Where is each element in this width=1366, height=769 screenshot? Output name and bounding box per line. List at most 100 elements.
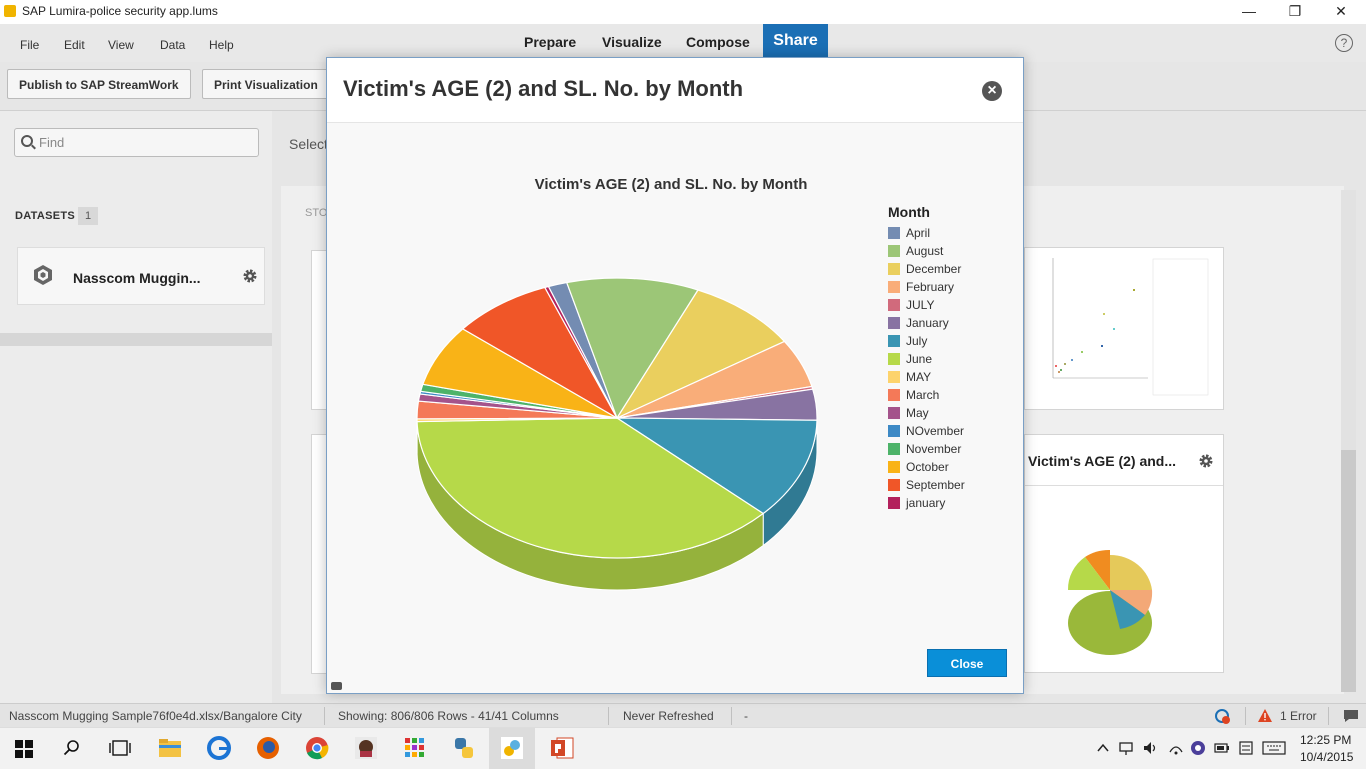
windows-taskbar: 12:25 PM 10/4/2015 — [0, 727, 1366, 769]
legend-swatch — [888, 443, 900, 455]
legend-swatch — [888, 227, 900, 239]
windows-start-icon[interactable] — [15, 740, 33, 758]
menu-data[interactable]: Data — [160, 38, 185, 52]
pie-thumbnail — [1065, 535, 1155, 660]
dialog-header: Victim's AGE (2) and SL. No. by Month × — [327, 58, 1023, 123]
lumira-taskbar-icon[interactable] — [499, 735, 525, 761]
legend-label: March — [906, 388, 939, 402]
keyboard-icon[interactable] — [1262, 741, 1286, 755]
legend-label: August — [906, 244, 943, 258]
search-icon — [21, 135, 33, 147]
tab-visualize[interactable]: Visualize — [602, 34, 662, 50]
datasets-heading: DATASETS — [15, 210, 75, 222]
scatter-thumbnail-card[interactable] — [1024, 247, 1224, 410]
tab-prepare[interactable]: Prepare — [524, 34, 576, 50]
select-label: Select — [289, 136, 328, 152]
dialog-title: Victim's AGE (2) and SL. No. by Month — [343, 76, 743, 102]
close-button[interactable]: Close — [927, 649, 1007, 677]
search-icon[interactable] — [63, 739, 81, 757]
notification-icon[interactable] — [1238, 740, 1254, 756]
legend-swatch — [888, 497, 900, 509]
maximize-button[interactable]: ❐ — [1272, 0, 1318, 24]
card-title: Victim's AGE (2) and... — [1028, 453, 1176, 469]
pie-tops — [417, 278, 817, 558]
status-dataset: Nasscom Mugging Sample76f0e4d.xlsx/Banga… — [9, 709, 302, 723]
clock-date[interactable]: 10/4/2015 — [1300, 750, 1353, 764]
legend-label: December — [906, 262, 961, 276]
legend-swatch — [888, 299, 900, 311]
status-separator — [608, 707, 609, 725]
game-app-icon[interactable] — [353, 735, 379, 761]
legend-label: January — [906, 316, 949, 330]
find-placeholder: Find — [39, 135, 64, 150]
legend-label: NOvember — [906, 424, 964, 438]
menu-view[interactable]: View — [108, 38, 134, 52]
help-icon[interactable]: ? — [1335, 34, 1353, 52]
comment-icon[interactable] — [331, 682, 342, 690]
app-grid-icon[interactable] — [402, 735, 428, 761]
file-explorer-icon[interactable] — [157, 735, 183, 761]
legend-label: October — [906, 460, 949, 474]
menu-edit[interactable]: Edit — [64, 38, 85, 52]
menu-help[interactable]: Help — [209, 38, 234, 52]
storyboard-label: STO — [305, 207, 327, 219]
network-icon[interactable] — [1117, 740, 1135, 756]
clock-time[interactable]: 12:25 PM — [1300, 733, 1351, 747]
legend-swatch — [888, 317, 900, 329]
pie-chart — [407, 268, 847, 628]
legend-swatch — [888, 335, 900, 347]
dataset-name: Nasscom Muggin... — [73, 270, 201, 286]
legend-label: April — [906, 226, 930, 240]
close-icon[interactable]: × — [982, 81, 1002, 101]
card-divider — [1025, 485, 1223, 486]
legend-label: JULY — [906, 298, 934, 312]
minimize-button[interactable]: — — [1226, 0, 1272, 24]
legend-label: january — [906, 496, 945, 510]
task-view-icon[interactable] — [109, 740, 131, 756]
legend-swatch — [888, 389, 900, 401]
publish-streamwork-button[interactable]: Publish to SAP StreamWork — [7, 69, 191, 99]
python-icon[interactable] — [451, 735, 477, 761]
legend-label: November — [906, 442, 961, 456]
status-refreshed: Never Refreshed — [623, 709, 714, 723]
gear-icon[interactable] — [1198, 453, 1214, 469]
chevron-up-icon[interactable] — [1096, 741, 1110, 755]
print-visualization-button[interactable]: Print Visualization — [202, 69, 330, 99]
scrollbar-thumb[interactable] — [1341, 450, 1356, 692]
find-input[interactable]: Find — [14, 128, 259, 157]
gear-icon[interactable] — [242, 268, 258, 284]
legend-label: July — [906, 334, 927, 348]
pie-thumbnail-card[interactable]: Victim's AGE (2) and... — [1024, 434, 1224, 673]
scatter-thumbnail — [1033, 253, 1218, 401]
close-window-button[interactable]: ✕ — [1318, 0, 1364, 24]
legend-title: Month — [888, 204, 930, 220]
battery-icon[interactable] — [1214, 740, 1230, 756]
status-bar: Nasscom Mugging Sample76f0e4d.xlsx/Banga… — [0, 703, 1366, 728]
legend-swatch — [888, 353, 900, 365]
status-dash: - — [744, 709, 748, 723]
volume-icon[interactable] — [1142, 740, 1158, 756]
firefox-icon[interactable] — [255, 735, 281, 761]
lumira-app-icon — [4, 5, 16, 17]
powerpoint-icon[interactable] — [549, 735, 575, 761]
tab-compose[interactable]: Compose — [686, 34, 750, 50]
menu-file[interactable]: File — [20, 38, 39, 52]
refresh-error-icon[interactable] — [1214, 708, 1231, 725]
visualization-dialog: Victim's AGE (2) and SL. No. by Month × … — [326, 57, 1024, 694]
status-separator — [1328, 707, 1329, 725]
left-panel: Find DATASETS 1 Nasscom Muggin... — [0, 111, 273, 703]
wifi-icon[interactable] — [1168, 740, 1184, 756]
dataset-cube-icon — [32, 264, 54, 286]
tray-app-icon[interactable] — [1190, 740, 1206, 756]
legend-label: MAY — [906, 370, 931, 384]
legend-swatch — [888, 245, 900, 257]
dataset-card[interactable]: Nasscom Muggin... — [17, 247, 265, 305]
chrome-icon[interactable] — [304, 735, 330, 761]
edge-browser-icon[interactable] — [206, 735, 232, 761]
legend-swatch — [888, 461, 900, 473]
window-title: SAP Lumira-police security app.lums — [22, 4, 218, 18]
status-errors[interactable]: 1 Error — [1280, 709, 1317, 723]
legend-label: September — [906, 478, 965, 492]
comment-icon[interactable] — [1343, 709, 1359, 723]
status-rows: Showing: 806/806 Rows - 41/41 Columns — [338, 709, 559, 723]
